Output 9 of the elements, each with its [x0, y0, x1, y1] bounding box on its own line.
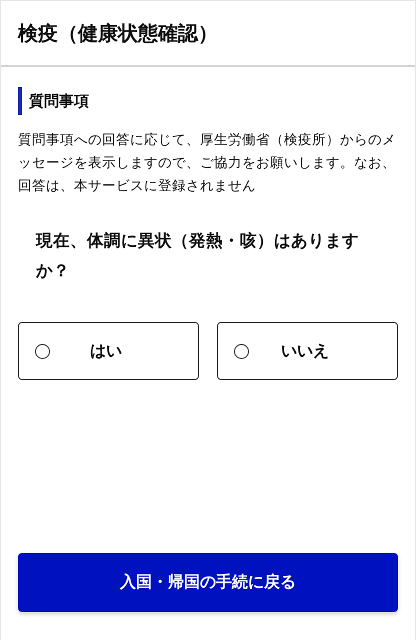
question-text: 現在、体調に異状（発熱・咳）はありますか？	[36, 230, 360, 282]
answer-option[interactable]: はい	[18, 322, 199, 380]
answer-option[interactable]: いいえ	[217, 322, 398, 380]
section-heading: 質問事項	[18, 87, 89, 115]
description-text: 質問事項への回答に応じて、厚生労働省（検疫所）からのメッセージを表示しますので、ご協力をお願いします。なお、回答は、本サービスに登録されません	[18, 131, 397, 196]
radio-button[interactable]	[35, 344, 50, 358]
back-button[interactable]: 入国・帰国の手続に戻る	[18, 553, 398, 612]
radio-button[interactable]	[234, 344, 249, 358]
page-title: 検疫（健康状態確認）	[18, 20, 218, 46]
